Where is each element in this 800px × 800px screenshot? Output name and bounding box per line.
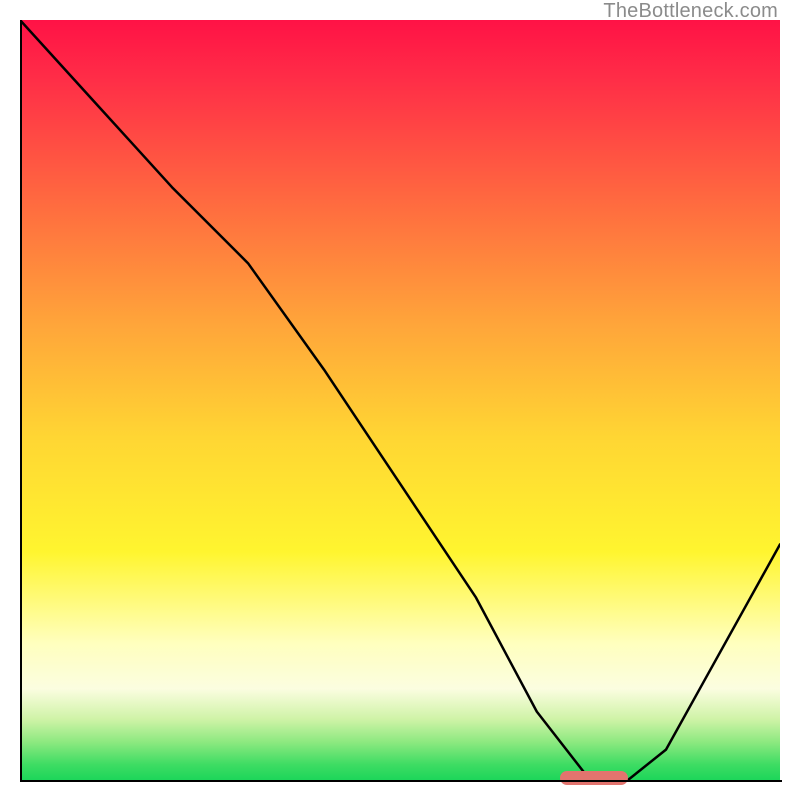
x-axis xyxy=(20,780,782,782)
y-axis xyxy=(20,20,22,782)
gradient-background xyxy=(20,20,780,780)
watermark-text: TheBottleneck.com xyxy=(603,0,778,23)
chart-plot-area xyxy=(20,20,780,780)
optimum-marker xyxy=(560,771,628,785)
